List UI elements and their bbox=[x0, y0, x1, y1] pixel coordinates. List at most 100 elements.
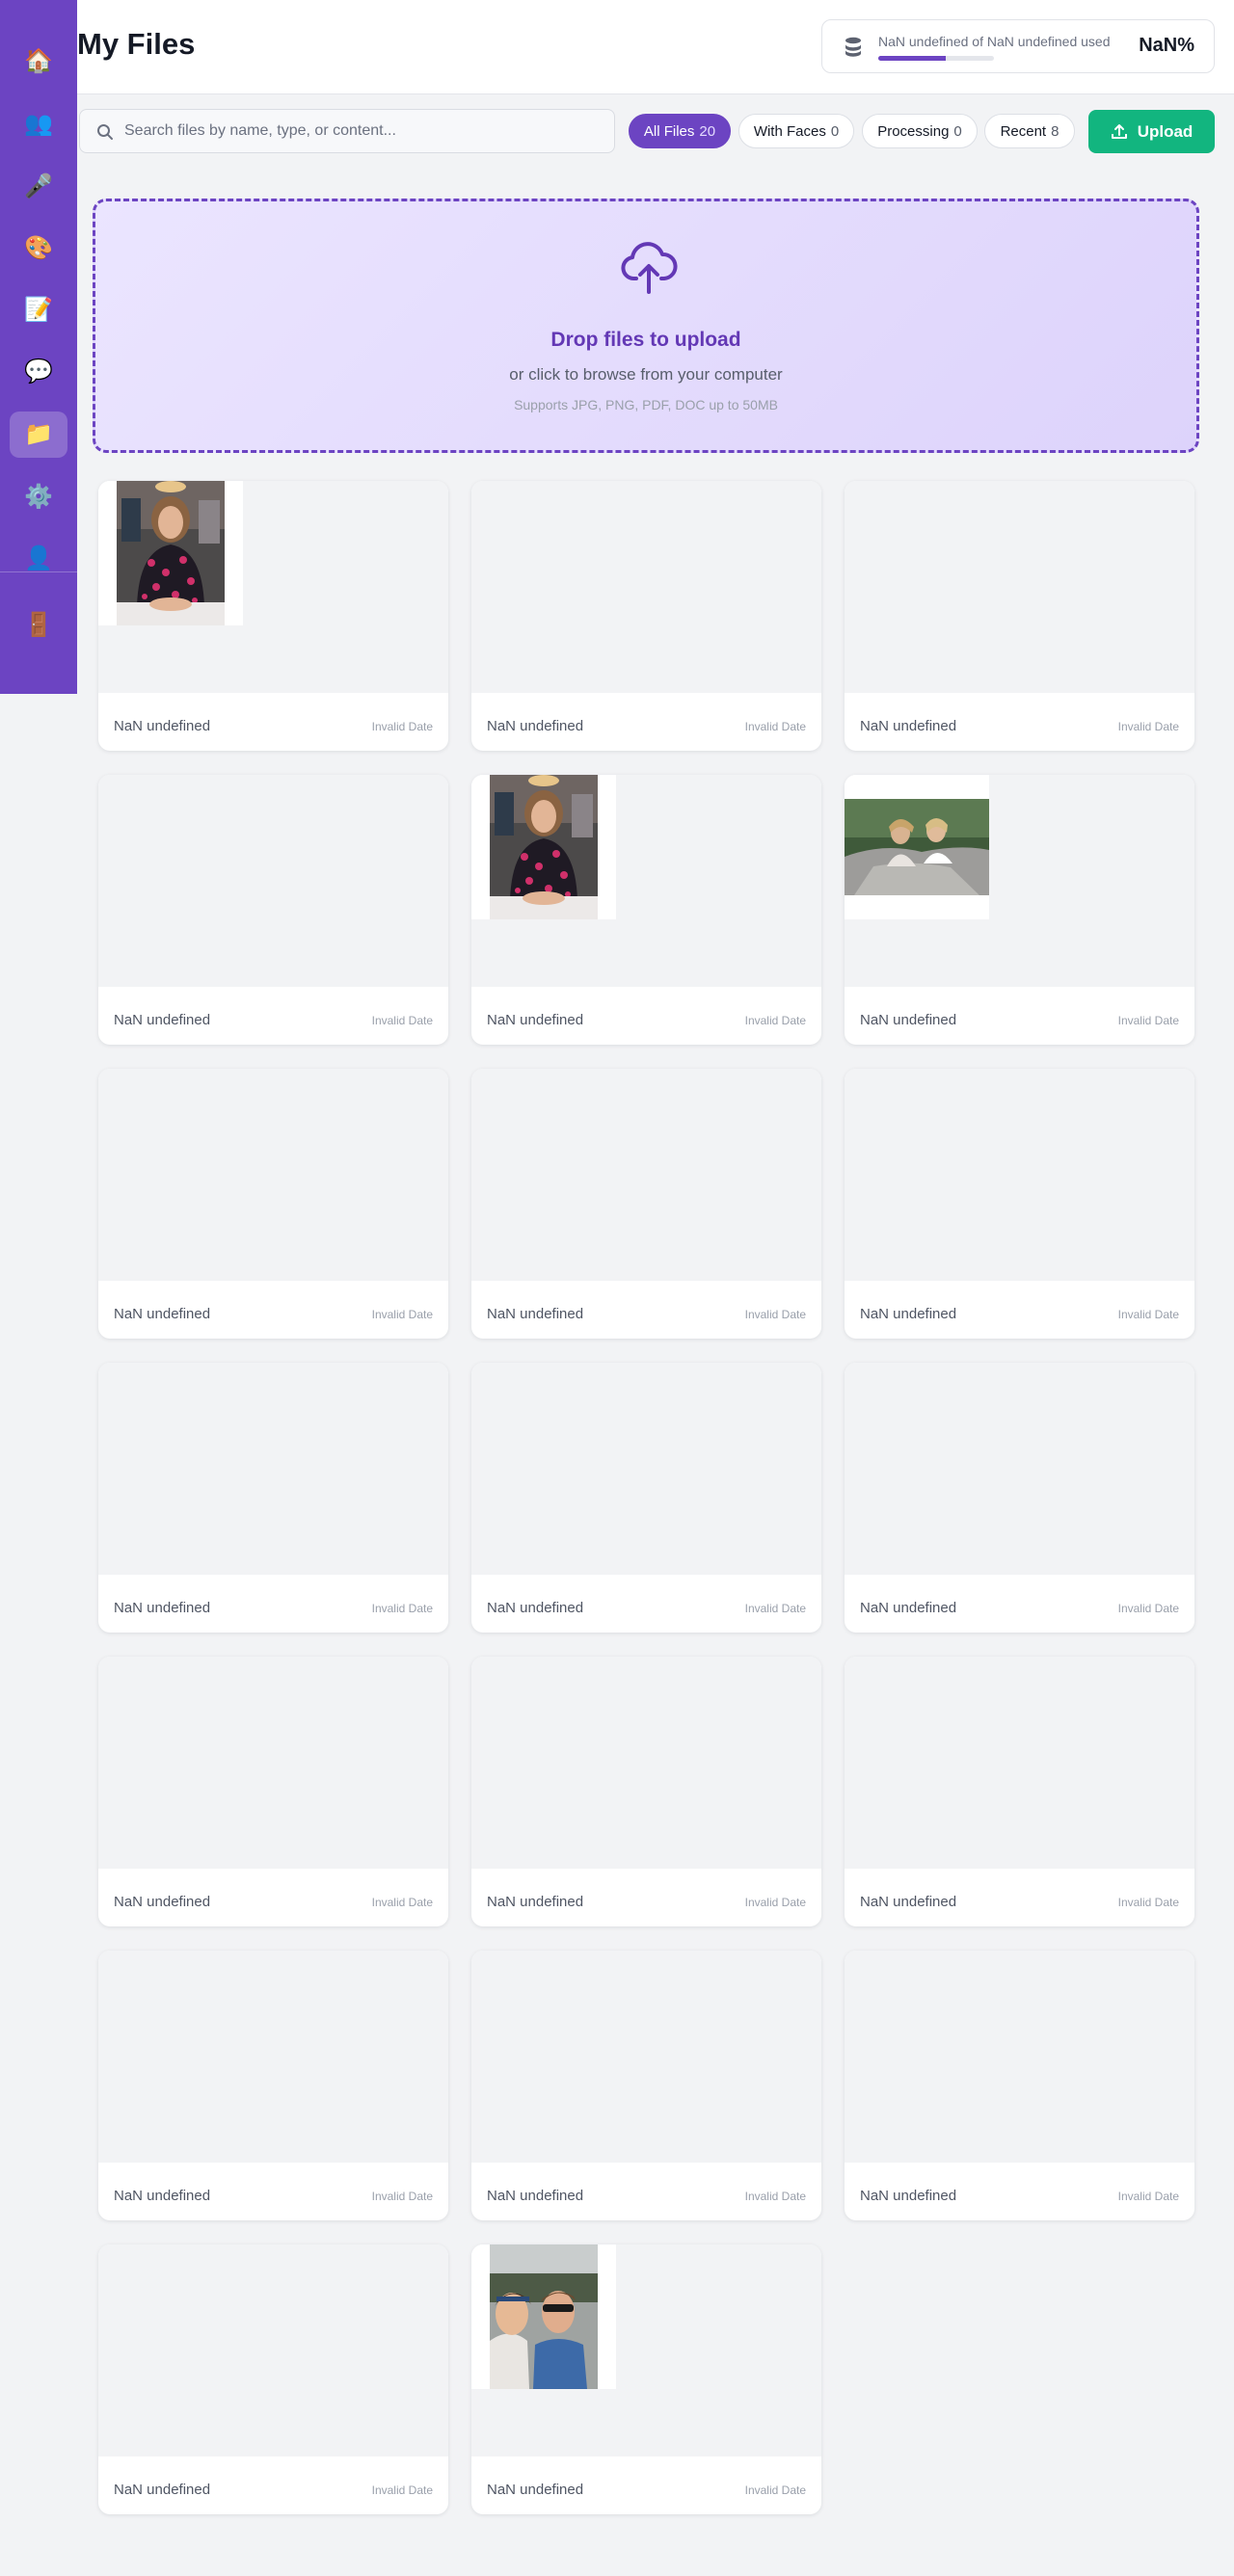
file-card[interactable]: NaN undefined Invalid Date bbox=[845, 1363, 1194, 1633]
chat-icon: 💬 bbox=[24, 359, 53, 385]
sidebar-item-settings[interactable]: ⚙️ bbox=[10, 474, 67, 520]
file-preview bbox=[98, 775, 448, 987]
file-card[interactable]: NaN undefined Invalid Date bbox=[845, 775, 1194, 1045]
file-date-label: Invalid Date bbox=[371, 720, 433, 733]
microphone-icon: 🎤 bbox=[24, 173, 53, 199]
storage-usage-card: NaN undefined of NaN undefined used NaN% bbox=[821, 19, 1215, 73]
filter-count: 0 bbox=[830, 122, 840, 140]
photo-thumbnail bbox=[471, 775, 616, 919]
file-preview bbox=[471, 2244, 821, 2456]
photo-thumbnail bbox=[471, 2244, 616, 2389]
file-size-label: NaN undefined bbox=[860, 1012, 957, 1028]
sidebar-item-users[interactable]: 👥 bbox=[10, 101, 67, 147]
upload-button-label: Upload bbox=[1137, 121, 1194, 141]
file-size-label: NaN undefined bbox=[860, 1600, 957, 1616]
database-icon bbox=[845, 37, 861, 57]
filter-recent[interactable]: Recent 8 bbox=[984, 114, 1075, 148]
file-card[interactable]: NaN undefined Invalid Date bbox=[471, 2244, 821, 2514]
file-card[interactable]: NaN undefined Invalid Date bbox=[98, 1951, 448, 2220]
file-thumbnail bbox=[845, 775, 989, 919]
filter-with-faces[interactable]: With Faces 0 bbox=[738, 114, 854, 148]
file-size-label: NaN undefined bbox=[860, 1306, 957, 1322]
sidebar-item-home[interactable]: 🏠 bbox=[10, 39, 67, 85]
file-preview bbox=[471, 1363, 821, 1575]
file-size-label: NaN undefined bbox=[114, 718, 211, 734]
dropzone-file-types-note: Supports JPG, PNG, PDF, DOC up to 50MB bbox=[514, 397, 778, 412]
dropzone-title: Drop files to upload bbox=[550, 329, 741, 351]
file-card[interactable]: NaN undefined Invalid Date bbox=[845, 1657, 1194, 1926]
storage-progress-bar bbox=[878, 56, 994, 61]
storage-usage-text: NaN undefined of NaN undefined used bbox=[878, 34, 1111, 49]
file-preview bbox=[471, 1657, 821, 1869]
user-icon: 👤 bbox=[24, 545, 53, 571]
sidebar-item-notes[interactable]: 📝 bbox=[10, 287, 67, 333]
file-card[interactable]: NaN undefined Invalid Date bbox=[471, 481, 821, 751]
file-date-label: Invalid Date bbox=[371, 1896, 433, 1909]
file-date-label: Invalid Date bbox=[744, 2483, 806, 2497]
file-card[interactable]: NaN undefined Invalid Date bbox=[98, 775, 448, 1045]
sidebar-item-design[interactable]: 🎨 bbox=[10, 226, 67, 272]
sidebar-item-voice[interactable]: 🎤 bbox=[10, 164, 67, 210]
sidebar-item-profile[interactable]: 👤 bbox=[10, 536, 67, 582]
file-card[interactable]: NaN undefined Invalid Date bbox=[471, 1069, 821, 1339]
file-card[interactable]: NaN undefined Invalid Date bbox=[98, 1363, 448, 1633]
file-size-label: NaN undefined bbox=[487, 1012, 584, 1028]
file-thumbnail bbox=[98, 481, 243, 625]
upload-button[interactable]: Upload bbox=[1088, 110, 1215, 153]
file-date-label: Invalid Date bbox=[1117, 1896, 1179, 1909]
cloud-upload-icon bbox=[621, 242, 678, 294]
file-card[interactable]: NaN undefined Invalid Date bbox=[471, 1363, 821, 1633]
file-size-label: NaN undefined bbox=[860, 1894, 957, 1910]
file-date-label: Invalid Date bbox=[1117, 1308, 1179, 1321]
file-card[interactable]: NaN undefined Invalid Date bbox=[845, 1951, 1194, 2220]
file-date-label: Invalid Date bbox=[744, 1014, 806, 1027]
sidebar-item-files[interactable]: 📁 bbox=[10, 412, 67, 458]
file-card[interactable]: NaN undefined Invalid Date bbox=[98, 2244, 448, 2514]
file-preview bbox=[471, 1951, 821, 2163]
file-card[interactable]: NaN undefined Invalid Date bbox=[98, 1657, 448, 1926]
file-preview bbox=[845, 481, 1194, 693]
upload-dropzone[interactable]: Drop files to upload or click to browse … bbox=[93, 199, 1199, 453]
file-size-label: NaN undefined bbox=[487, 1600, 584, 1616]
file-card[interactable]: NaN undefined Invalid Date bbox=[471, 1657, 821, 1926]
filter-processing[interactable]: Processing 0 bbox=[862, 114, 978, 148]
filter-count: 8 bbox=[1051, 122, 1060, 140]
file-card[interactable]: NaN undefined Invalid Date bbox=[98, 481, 448, 751]
file-date-label: Invalid Date bbox=[744, 1896, 806, 1909]
file-date-label: Invalid Date bbox=[1117, 720, 1179, 733]
file-card[interactable]: NaN undefined Invalid Date bbox=[98, 1069, 448, 1339]
file-size-label: NaN undefined bbox=[860, 718, 957, 734]
filter-count: 20 bbox=[699, 122, 716, 140]
sidebar-item-chat[interactable]: 💬 bbox=[10, 349, 67, 395]
file-size-label: NaN undefined bbox=[114, 1894, 211, 1910]
file-card[interactable]: NaN undefined Invalid Date bbox=[471, 1951, 821, 2220]
storage-percent: NaN% bbox=[1139, 35, 1194, 56]
file-preview bbox=[845, 1657, 1194, 1869]
settings-icon: ⚙️ bbox=[24, 484, 53, 510]
file-size-label: NaN undefined bbox=[487, 1894, 584, 1910]
sidebar-item-logout[interactable]: 🚪 bbox=[10, 602, 67, 649]
file-size-label: NaN undefined bbox=[114, 1600, 211, 1616]
file-card[interactable]: NaN undefined Invalid Date bbox=[845, 481, 1194, 751]
filter-label: Processing bbox=[877, 122, 950, 140]
filter-all-files[interactable]: All Files 20 bbox=[629, 114, 731, 148]
file-date-label: Invalid Date bbox=[371, 2483, 433, 2497]
file-preview bbox=[98, 481, 448, 693]
file-card[interactable]: NaN undefined Invalid Date bbox=[471, 775, 821, 1045]
search-box bbox=[79, 109, 615, 153]
palette-icon: 🎨 bbox=[24, 235, 53, 261]
file-preview bbox=[845, 1069, 1194, 1281]
file-size-label: NaN undefined bbox=[114, 1306, 211, 1322]
page-title: My Files bbox=[77, 27, 196, 61]
file-card[interactable]: NaN undefined Invalid Date bbox=[845, 1069, 1194, 1339]
file-size-label: NaN undefined bbox=[860, 2188, 957, 2204]
search-input[interactable] bbox=[124, 110, 606, 152]
file-preview bbox=[98, 1069, 448, 1281]
logout-door-icon: 🚪 bbox=[24, 612, 53, 638]
file-date-label: Invalid Date bbox=[1117, 1602, 1179, 1615]
file-thumbnail bbox=[471, 2244, 616, 2389]
file-preview bbox=[98, 2244, 448, 2456]
file-size-label: NaN undefined bbox=[487, 2188, 584, 2204]
file-size-label: NaN undefined bbox=[114, 2188, 211, 2204]
file-preview bbox=[845, 1951, 1194, 2163]
